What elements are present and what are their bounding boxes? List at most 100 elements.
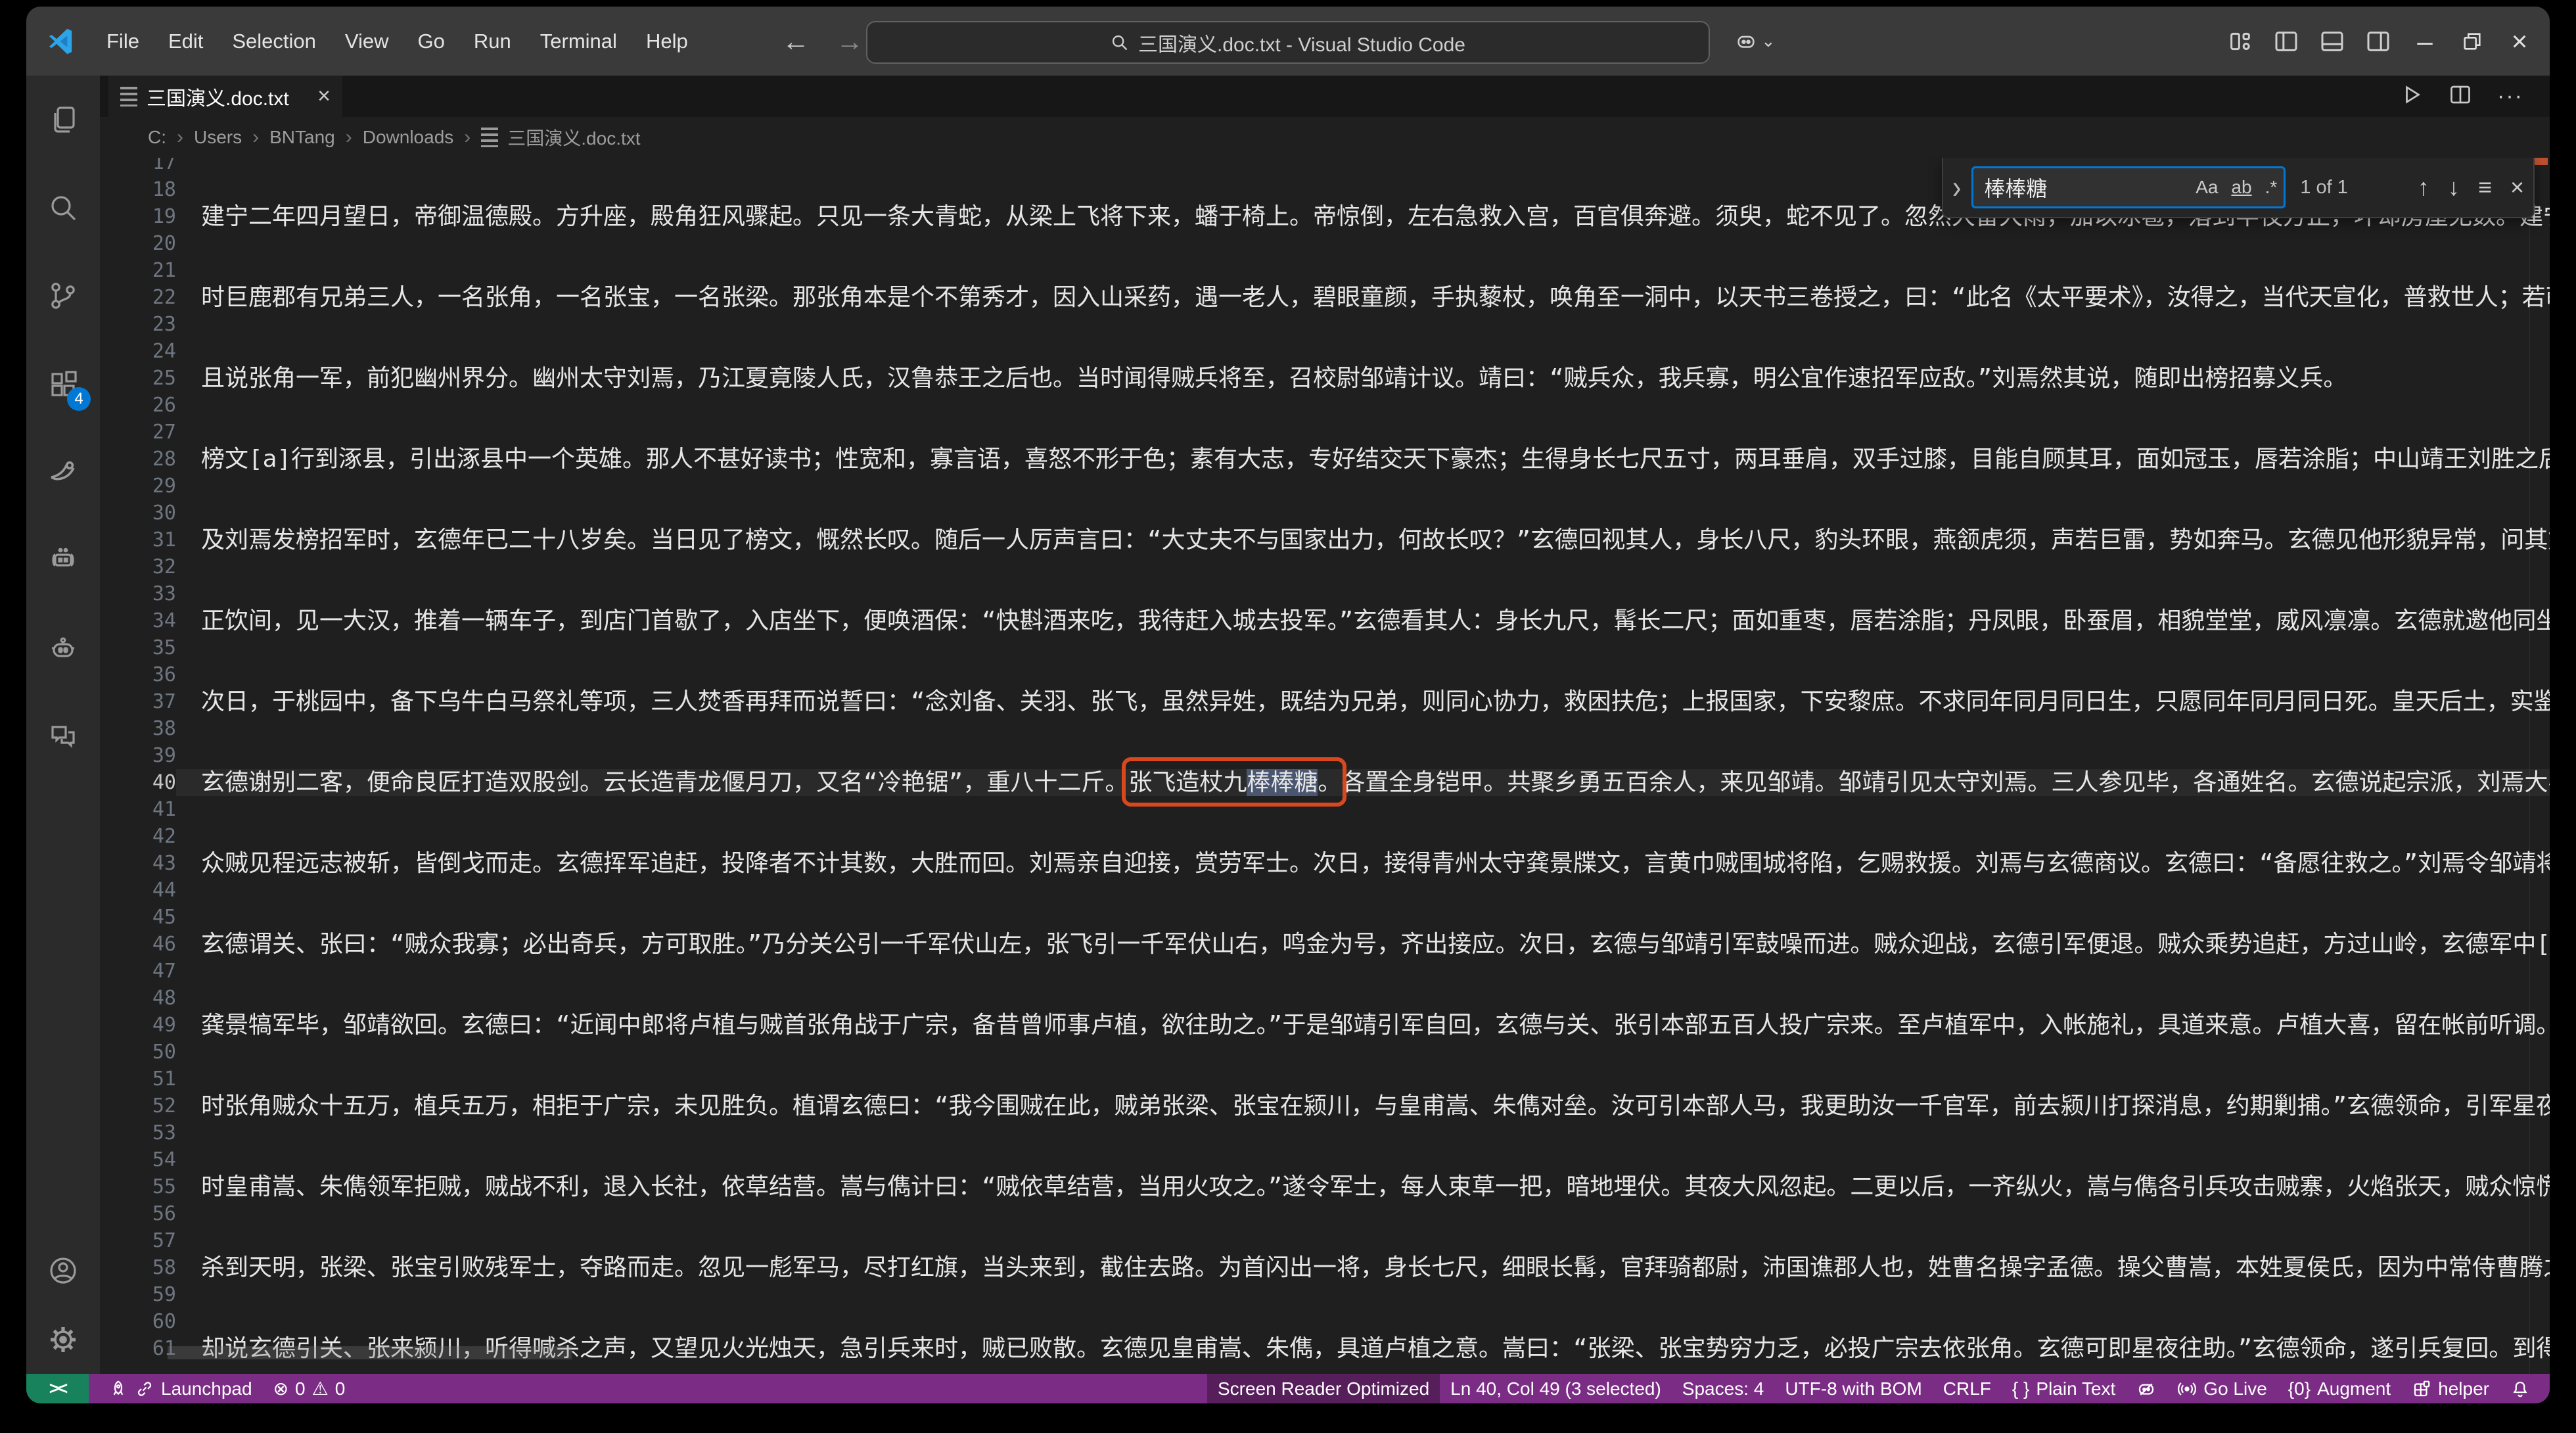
line-text[interactable] [176,904,2550,931]
run-file-button[interactable] [2400,83,2424,110]
line-text[interactable] [176,419,2550,446]
sidebar-item-extensions[interactable]: 4 [26,340,100,428]
line-number[interactable]: 61 [100,1335,176,1362]
line-text[interactable]: 榜文[a]行到涿县，引出涿县中一个英雄。那人不甚好读书；性宽和，寡言语，喜怒不形… [176,446,2550,473]
line-text[interactable]: 时巨鹿郡有兄弟三人，一名张角，一名张宝，一名张梁。那张角本是个不第秀才，因入山采… [176,284,2550,311]
notifications-status-item[interactable] [2500,1374,2541,1403]
line-number[interactable]: 44 [100,877,176,904]
line-number[interactable]: 20 [100,230,176,257]
cursor-position-status-item[interactable]: Ln 40, Col 49 (3 selected) [1440,1374,1672,1403]
line-number[interactable]: 48 [100,985,176,1012]
breadcrumb-segment[interactable]: 三国演义.doc.txt [507,124,640,151]
line-text[interactable] [176,661,2550,688]
line-number[interactable]: 32 [100,553,176,580]
line-number[interactable]: 36 [100,661,176,688]
line-text[interactable] [176,1308,2550,1335]
line-text[interactable] [176,500,2550,527]
line-number[interactable]: 19 [100,203,176,230]
line-text[interactable] [176,1281,2550,1308]
remote-indicator[interactable]: >< [26,1374,89,1403]
line-text[interactable] [176,311,2550,338]
split-editor-button[interactable] [2449,83,2472,110]
find-close-button[interactable]: × [2510,174,2524,201]
line-number[interactable]: 52 [100,1092,176,1119]
line-number[interactable]: 59 [100,1281,176,1308]
line-text[interactable] [176,796,2550,823]
line-number[interactable]: 57 [100,1227,176,1254]
line-text[interactable]: 及刘焉发榜招军时，玄德年已二十八岁矣。当日见了榜文，慨然长叹。随后一人厉声言曰：… [176,527,2550,553]
line-number[interactable]: 53 [100,1119,176,1146]
line-text[interactable]: 玄德谓关、张曰：“贼众我寡；必出奇兵，方可取胜。”乃分关公引一千军伏山左，张飞引… [176,931,2550,958]
line-text[interactable] [176,1119,2550,1146]
line-text[interactable] [176,1146,2550,1173]
menu-view[interactable]: View [331,23,403,60]
screen-reader-status-item[interactable]: Screen Reader Optimized [1207,1374,1440,1403]
line-number[interactable]: 26 [100,392,176,419]
line-number[interactable]: 18 [100,176,176,203]
sidebar-item-augment[interactable] [26,428,100,516]
line-text[interactable] [176,715,2550,742]
find-previous-button[interactable]: ↑ [2418,174,2429,201]
language-mode-status-item[interactable]: { } Plain Text [2002,1374,2126,1403]
sidebar-item-bot-1[interactable] [26,516,100,604]
line-number[interactable]: 60 [100,1308,176,1335]
line-text[interactable] [176,877,2550,904]
line-text[interactable]: 正饮间，见一大汉，推着一辆车子，到店门首歇了，入店坐下，便唤酒保：“快斟酒来吃，… [176,607,2550,634]
sidebar-item-search[interactable] [26,164,100,252]
line-text[interactable]: 时张角贼众十五万，植兵五万，相拒于广宗，未见胜负。植谓玄德曰：“我今围贼在此，贼… [176,1092,2550,1119]
eol-status-item[interactable]: CRLF [1933,1374,2002,1403]
whole-word-button[interactable]: ab [2224,177,2258,198]
encoding-status-item[interactable]: UTF-8 with BOM [1774,1374,1932,1403]
toggle-primary-sidebar-button[interactable] [2263,7,2309,76]
menu-terminal[interactable]: Terminal [526,23,632,60]
line-number[interactable]: 38 [100,715,176,742]
breadcrumb-segment[interactable]: Users [194,127,242,148]
find-in-selection-button[interactable]: ≡ [2478,174,2492,201]
line-number[interactable]: 55 [100,1173,176,1200]
line-number[interactable]: 29 [100,473,176,500]
line-text[interactable] [176,985,2550,1012]
line-number[interactable]: 40 [100,769,176,796]
line-number[interactable]: 35 [100,634,176,661]
line-text[interactable] [176,580,2550,607]
line-number[interactable]: 58 [100,1254,176,1281]
line-number[interactable]: 39 [100,742,176,769]
line-text[interactable]: 次日，于桃园中，备下乌牛白马祭礼等项，三人焚香再拜而说誓曰：“念刘备、关羽、张飞… [176,688,2550,715]
line-text[interactable] [176,1227,2550,1254]
go-live-status-item[interactable]: Go Live [2167,1374,2278,1403]
sidebar-item-bot-2[interactable] [26,604,100,692]
menu-file[interactable]: File [92,23,154,60]
line-text[interactable] [176,958,2550,985]
line-text[interactable] [176,392,2550,419]
line-text[interactable] [176,473,2550,500]
breadcrumb-segment[interactable]: C: [148,127,166,148]
line-text[interactable] [176,1200,2550,1227]
line-number[interactable]: 37 [100,688,176,715]
line-text[interactable]: 时皇甫嵩、朱儁领军拒贼，贼战不利，退入长社，依草结营。嵩与儁计曰：“贼依草结营，… [176,1173,2550,1200]
line-text[interactable] [176,230,2550,257]
line-number[interactable]: 46 [100,931,176,958]
launchpad-status-item[interactable]: Launchpad [98,1374,263,1403]
line-number[interactable]: 24 [100,338,176,365]
tab-sanguoyanyi[interactable]: 三国演义.doc.txt × [108,76,342,117]
problems-status-item[interactable]: ⊗ 0 ⚠ 0 [263,1374,356,1403]
restore-button[interactable] [2449,7,2496,76]
sidebar-item-explorer[interactable] [26,76,100,164]
nav-back-button[interactable]: ← [782,26,810,57]
menu-go[interactable]: Go [403,23,459,60]
line-number[interactable]: 30 [100,500,176,527]
line-number[interactable]: 31 [100,527,176,553]
minimize-button[interactable]: – [2401,7,2449,76]
breadcrumb-segment[interactable]: Downloads [363,127,454,148]
match-case-button[interactable]: Aa [2189,177,2224,198]
editor-pane[interactable]: 171819建宁二年四月望日，帝御温德殿。方升座，殿角狂风骤起。只见一条大青蛇，… [100,158,2550,1374]
line-number[interactable]: 22 [100,284,176,311]
copilot-status-item[interactable] [2126,1374,2167,1403]
line-text[interactable]: 众贼见程远志被斩，皆倒戈而走。玄德挥军追赶，投降者不计其数，大胜而回。刘焉亲自迎… [176,850,2550,877]
line-number[interactable]: 33 [100,580,176,607]
line-number[interactable]: 47 [100,958,176,985]
sidebar-item-source-control[interactable] [26,252,100,340]
line-text[interactable]: 且说张角一军，前犯幽州界分。幽州太守刘焉，乃江夏竟陵人氏，汉鲁恭王之后也。当时闻… [176,365,2550,392]
account-button[interactable] [26,1236,100,1305]
sidebar-item-chat[interactable] [26,692,100,780]
